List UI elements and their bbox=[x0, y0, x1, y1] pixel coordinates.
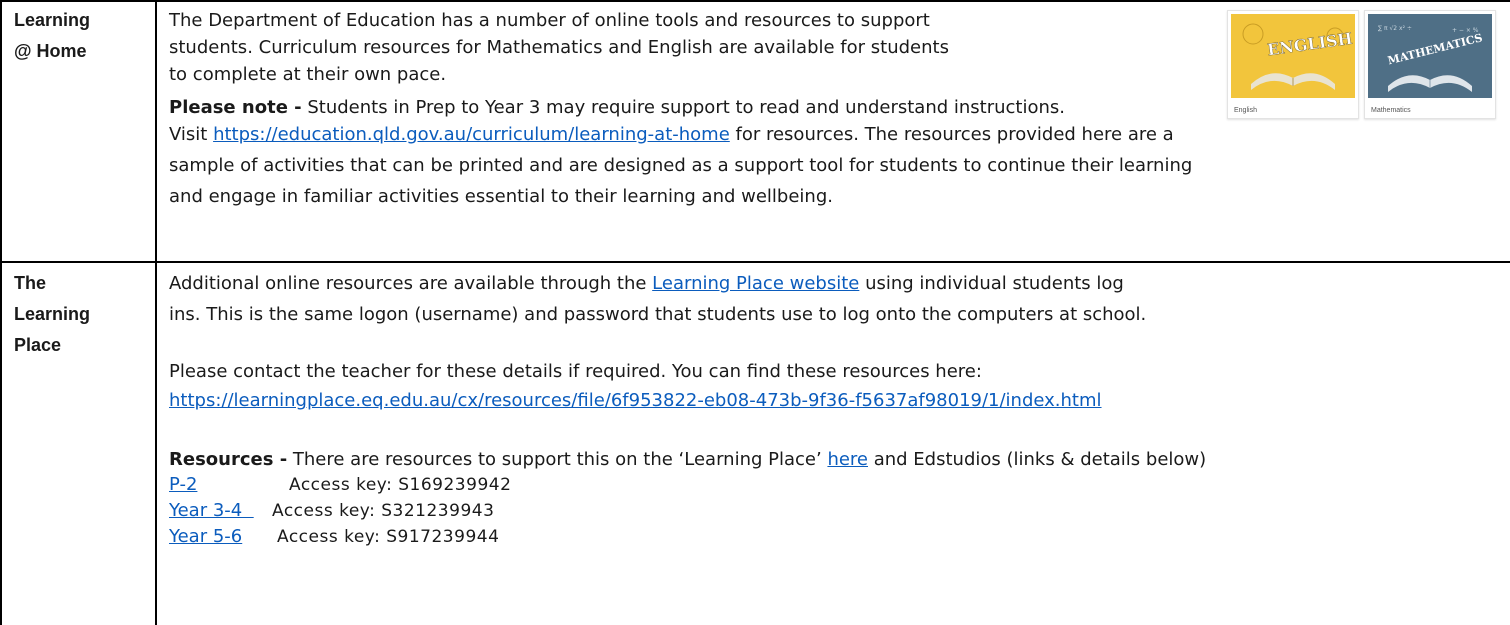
visit-prefix: Visit bbox=[169, 124, 214, 145]
row-label-the-learning-place: The Learning Place bbox=[14, 268, 144, 361]
learning-place-content: Additional online resources are availabl… bbox=[169, 270, 1490, 550]
access-row: P-2 Access key: S169239942 bbox=[169, 472, 1490, 498]
resources-label: Resources - bbox=[169, 449, 288, 470]
lp-suffix: using individual students log bbox=[859, 273, 1124, 294]
label-line: The bbox=[14, 273, 47, 293]
column-divider bbox=[155, 0, 157, 625]
row-label-learning-at-home: Learning @ Home bbox=[14, 5, 144, 67]
p-2-link[interactable]: P-2 bbox=[169, 472, 289, 498]
lp-prefix: Additional online resources are availabl… bbox=[169, 273, 653, 294]
lp-contact-line: Please contact the teacher for these det… bbox=[169, 361, 982, 382]
table-border-top bbox=[0, 0, 1510, 2]
year-3-4-link[interactable]: Year 3-4 bbox=[169, 498, 272, 524]
label-line: @ Home bbox=[14, 41, 87, 61]
lp-line: Additional online resources are availabl… bbox=[169, 270, 1490, 297]
label-line: Learning bbox=[14, 304, 91, 324]
visit-line: Visit https://education.qld.gov.au/curri… bbox=[169, 121, 1490, 148]
access-key: Access key: S321239943 bbox=[272, 501, 495, 521]
table-border-left bbox=[0, 0, 2, 625]
row-divider bbox=[0, 261, 1510, 263]
label-line: Place bbox=[14, 335, 62, 355]
visit-cont-line: sample of activities that can be printed… bbox=[169, 155, 1193, 176]
resources-suffix: and Edstudios (links & details below) bbox=[868, 449, 1207, 470]
resources-line: Resources - There are resources to suppo… bbox=[169, 446, 1490, 473]
learning-place-website-link[interactable]: Learning Place website bbox=[652, 273, 859, 294]
please-note-text: Students in Prep to Year 3 may require s… bbox=[301, 97, 1065, 118]
learning-at-home-link[interactable]: https://education.qld.gov.au/curriculum/… bbox=[213, 124, 730, 145]
svg-text:∑ π √2 x² ÷: ∑ π √2 x² ÷ bbox=[1378, 25, 1412, 32]
access-key: Access key: S917239944 bbox=[277, 527, 500, 547]
mathematics-resource-card[interactable]: ∑ π √2 x² ÷ + − × % MATHEMATICS Mathemat… bbox=[1364, 10, 1496, 119]
lp-url-line: https://learningplace.eq.edu.au/cx/resou… bbox=[169, 387, 1490, 414]
visit-cont-line: and engage in familiar activities essent… bbox=[169, 186, 833, 207]
learning-place-here-link[interactable]: here bbox=[827, 449, 868, 470]
access-key: Access key: S169239942 bbox=[289, 475, 512, 495]
document-table: Learning @ Home The Department of Educat… bbox=[0, 0, 1510, 625]
access-row: Year 5-6 Access key: S917239944 bbox=[169, 524, 1490, 550]
english-resource-card[interactable]: ENGLISH English bbox=[1227, 10, 1359, 119]
learning-place-resources-url[interactable]: https://learningplace.eq.edu.au/cx/resou… bbox=[169, 390, 1102, 411]
lp-line: ins. This is the same logon (username) a… bbox=[169, 304, 1147, 325]
english-caption: English bbox=[1234, 107, 1257, 114]
visit-suffix: for resources. The resources provided he… bbox=[729, 124, 1174, 145]
english-thumbnail-image: ENGLISH bbox=[1231, 14, 1355, 98]
mathematics-caption: Mathematics bbox=[1371, 107, 1411, 114]
label-line: Learning bbox=[14, 10, 91, 30]
access-row: Year 3-4 Access key: S321239943 bbox=[169, 498, 1490, 524]
year-5-6-link[interactable]: Year 5-6 bbox=[169, 524, 277, 550]
please-note-label: Please note - bbox=[169, 97, 302, 118]
resources-text: There are resources to support this on t… bbox=[287, 449, 828, 470]
mathematics-thumbnail-image: ∑ π √2 x² ÷ + − × % MATHEMATICS bbox=[1368, 14, 1492, 98]
